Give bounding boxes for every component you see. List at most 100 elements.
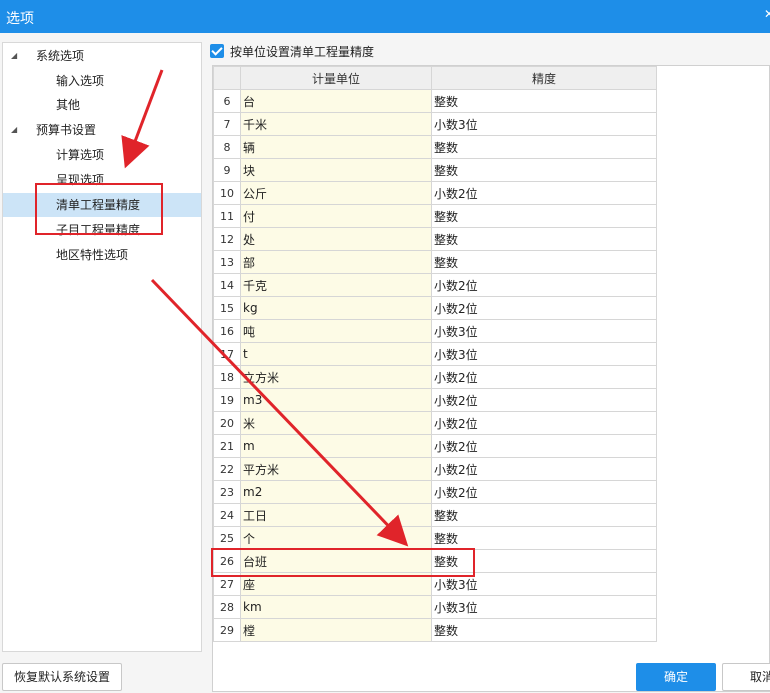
unit-cell[interactable]: 立方米 xyxy=(240,365,432,389)
table-row[interactable]: 10 公斤 小数2位 xyxy=(213,181,657,205)
tree-node-region-options[interactable]: 地区特性选项 xyxy=(3,243,201,267)
row-number-cell: 12 xyxy=(213,227,241,251)
precision-cell[interactable]: 小数3位 xyxy=(431,572,657,596)
precision-cell[interactable]: 整数 xyxy=(431,135,657,159)
tree-node-budget-settings[interactable]: ◢ 预算书设置 xyxy=(3,118,201,142)
table-row[interactable]: 6 台整数 xyxy=(213,89,657,113)
unit-cell[interactable]: m xyxy=(240,434,432,458)
precision-cell[interactable]: 小数2位 xyxy=(431,457,657,481)
row-number-cell: 20 xyxy=(213,411,241,435)
tree-node-display-options[interactable]: 呈现选项 xyxy=(3,168,201,192)
restore-defaults-button[interactable]: 恢复默认系统设置 xyxy=(2,663,122,691)
precision-cell[interactable]: 整数 xyxy=(431,526,657,550)
precision-cell[interactable]: 小数2位 xyxy=(431,273,657,297)
unit-cell[interactable]: 樘 xyxy=(240,618,432,642)
table-row[interactable]: 29 樘整数 xyxy=(213,618,657,642)
precision-cell[interactable]: 整数 xyxy=(431,158,657,182)
table-row[interactable]: 9 块整数 xyxy=(213,158,657,182)
unit-cell[interactable]: 块 xyxy=(240,158,432,182)
unit-cell[interactable]: 辆 xyxy=(240,135,432,159)
precision-cell[interactable]: 整数 xyxy=(431,227,657,251)
table-row[interactable]: 18 立方米 小数2位 xyxy=(213,365,657,389)
precision-cell[interactable]: 小数2位 xyxy=(431,434,657,458)
table-row[interactable]: 25 个整数 xyxy=(213,526,657,550)
window-title: 选项 xyxy=(6,11,34,27)
unit-precision-checkbox-row[interactable]: 按单位设置清单工程量精度 xyxy=(210,42,374,60)
unit-cell[interactable]: 吨 xyxy=(240,319,432,343)
table-row[interactable]: 17 t 小数3位 xyxy=(213,342,657,366)
precision-cell[interactable]: 小数2位 xyxy=(431,388,657,412)
precision-cell[interactable]: 小数2位 xyxy=(431,296,657,320)
table-header-row: 计量单位 精度 xyxy=(213,66,657,90)
precision-cell[interactable]: 整数 xyxy=(431,618,657,642)
precision-cell[interactable]: 整数 xyxy=(431,250,657,274)
checkbox-checked-icon[interactable] xyxy=(210,44,224,58)
table-row[interactable]: 11 付整数 xyxy=(213,204,657,228)
unit-cell[interactable]: 部 xyxy=(240,250,432,274)
expanded-triangle-icon[interactable]: ◢ xyxy=(11,44,17,68)
tree-node-item-quantity-precision[interactable]: 子目工程量精度 xyxy=(3,218,201,242)
row-number-header xyxy=(213,66,241,90)
main-panel: 按单位设置清单工程量精度 计量单位 精度 6 台整数 7 千米 小数3位 8 辆整数 9 块整数… xyxy=(210,40,770,692)
tree-node-bill-quantity-precision[interactable]: 清单工程量精度 xyxy=(3,193,201,217)
unit-cell[interactable]: 工日 xyxy=(240,503,432,527)
precision-cell[interactable]: 小数3位 xyxy=(431,112,657,136)
tree-node-other[interactable]: 其他 xyxy=(3,93,201,117)
row-number-cell: 22 xyxy=(213,457,241,481)
unit-column-header[interactable]: 计量单位 xyxy=(240,66,432,90)
table-row[interactable]: 15 kg 小数2位 xyxy=(213,296,657,320)
table-row[interactable]: 23 m2 小数2位 xyxy=(213,480,657,504)
precision-cell[interactable]: 小数3位 xyxy=(431,342,657,366)
row-number-cell: 26 xyxy=(213,549,241,573)
table-row[interactable]: 19 m3 小数2位 xyxy=(213,388,657,412)
tree-node-calc-options[interactable]: 计算选项 xyxy=(3,143,201,167)
table-row[interactable]: 27 座小数3位 xyxy=(213,572,657,596)
ok-button[interactable]: 确定 xyxy=(636,663,716,691)
unit-cell[interactable]: 台 xyxy=(240,89,432,113)
tree-node-input-options[interactable]: 输入选项 xyxy=(3,69,201,93)
table-row[interactable]: 26 台班 整数 xyxy=(213,549,657,573)
table-row[interactable]: 14 千克 小数2位 xyxy=(213,273,657,297)
precision-cell[interactable]: 小数2位 xyxy=(431,365,657,389)
precision-cell[interactable]: 整数 xyxy=(431,503,657,527)
unit-cell[interactable]: 台班 xyxy=(240,549,432,573)
unit-cell[interactable]: 处 xyxy=(240,227,432,251)
close-icon[interactable]: ✕ xyxy=(764,7,770,21)
unit-cell[interactable]: m2 xyxy=(240,480,432,504)
precision-cell[interactable]: 小数2位 xyxy=(431,181,657,205)
precision-cell[interactable]: 小数3位 xyxy=(431,319,657,343)
unit-cell[interactable]: 米 xyxy=(240,411,432,435)
unit-cell[interactable]: kg xyxy=(240,296,432,320)
precision-grid: 计量单位 精度 6 台整数 7 千米 小数3位 8 辆整数 9 块整数 10 公斤 小数2位 11 付整数… xyxy=(212,65,770,692)
precision-cell[interactable]: 整数 xyxy=(431,89,657,113)
table-row[interactable]: 16 吨小数3位 xyxy=(213,319,657,343)
unit-cell[interactable]: 公斤 xyxy=(240,181,432,205)
precision-cell[interactable]: 小数3位 xyxy=(431,595,657,619)
table-row[interactable]: 28 km 小数3位 xyxy=(213,595,657,619)
unit-cell[interactable]: 平方米 xyxy=(240,457,432,481)
precision-cell[interactable]: 小数2位 xyxy=(431,411,657,435)
table-row[interactable]: 12 处整数 xyxy=(213,227,657,251)
unit-cell[interactable]: t xyxy=(240,342,432,366)
tree-node-system-options[interactable]: ◢ 系统选项 xyxy=(3,44,201,68)
precision-cell[interactable]: 小数2位 xyxy=(431,480,657,504)
table-row[interactable]: 20 米小数2位 xyxy=(213,411,657,435)
expanded-triangle-icon[interactable]: ◢ xyxy=(11,118,17,142)
unit-cell[interactable]: 付 xyxy=(240,204,432,228)
unit-cell[interactable]: m3 xyxy=(240,388,432,412)
table-row[interactable]: 22 平方米 小数2位 xyxy=(213,457,657,481)
table-row[interactable]: 13 部整数 xyxy=(213,250,657,274)
table-row[interactable]: 8 辆整数 xyxy=(213,135,657,159)
precision-column-header[interactable]: 精度 xyxy=(431,66,657,90)
precision-cell[interactable]: 整数 xyxy=(431,549,657,573)
unit-cell[interactable]: km xyxy=(240,595,432,619)
table-row[interactable]: 7 千米 小数3位 xyxy=(213,112,657,136)
cancel-button[interactable]: 取消 xyxy=(722,663,770,691)
unit-cell[interactable]: 千克 xyxy=(240,273,432,297)
table-row[interactable]: 24 工日 整数 xyxy=(213,503,657,527)
table-row[interactable]: 21 m 小数2位 xyxy=(213,434,657,458)
precision-cell[interactable]: 整数 xyxy=(431,204,657,228)
unit-cell[interactable]: 座 xyxy=(240,572,432,596)
unit-cell[interactable]: 个 xyxy=(240,526,432,550)
unit-cell[interactable]: 千米 xyxy=(240,112,432,136)
